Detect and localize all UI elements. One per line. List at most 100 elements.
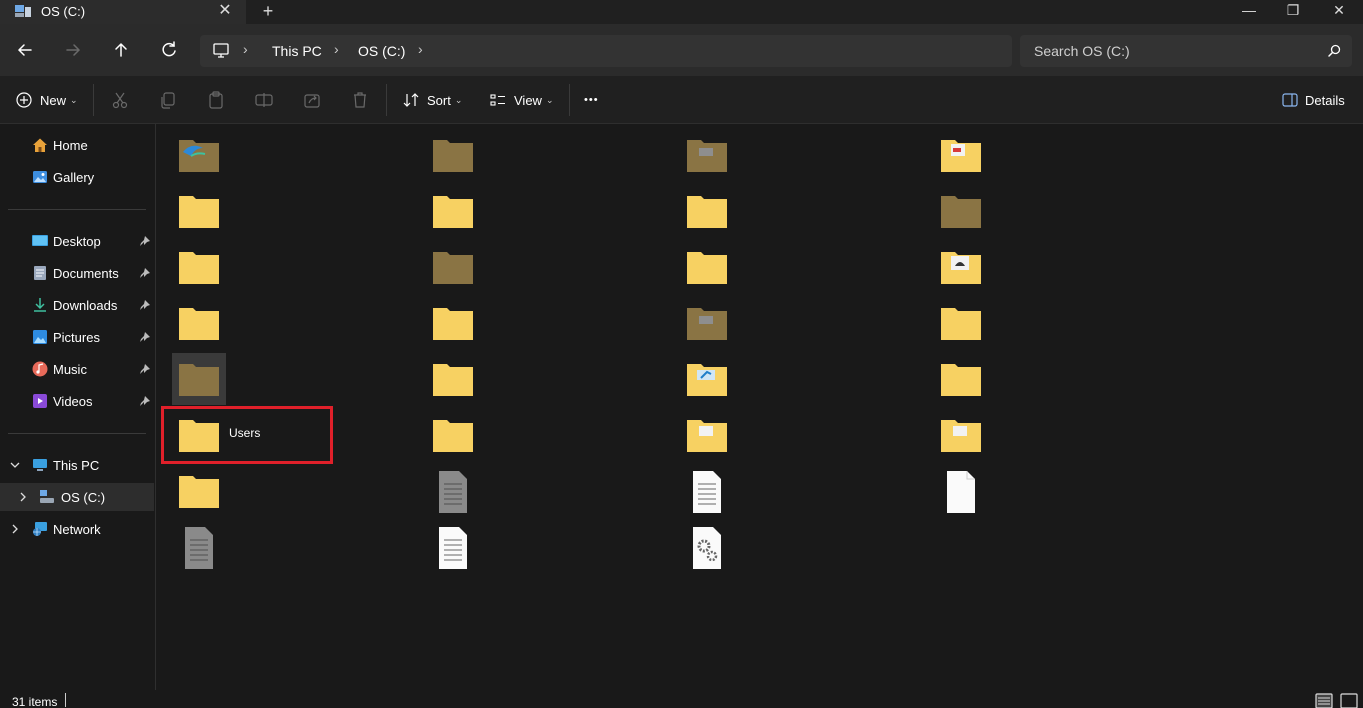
sidebar-item-downloads[interactable]: Downloads [0, 291, 154, 319]
pin-icon[interactable] [139, 299, 151, 311]
folder-item[interactable] [939, 358, 1003, 406]
folder-item[interactable] [685, 358, 749, 406]
folder-item[interactable] [685, 246, 749, 294]
folder-item[interactable] [177, 470, 241, 518]
folder-item[interactable] [431, 414, 495, 462]
folder-item[interactable] [685, 190, 749, 238]
folder-item[interactable] [939, 190, 1003, 238]
sidebar-item-network[interactable]: Network [0, 515, 154, 543]
search-input[interactable]: Search OS (C:) [1020, 35, 1352, 67]
this-pc-icon [33, 459, 47, 471]
new-tab-button[interactable]: + [257, 0, 279, 22]
file-item[interactable] [689, 470, 753, 518]
chevron-right-icon[interactable]: › [334, 41, 339, 57]
address-bar[interactable]: › This PC › OS (C:) › [200, 35, 1012, 67]
folder-edge-icon [179, 140, 219, 172]
folder-icon [941, 308, 981, 340]
folder-item[interactable] [939, 134, 1003, 182]
folder-item[interactable] [431, 134, 495, 182]
downloads-icon [34, 298, 46, 312]
sidebar-item-os-c[interactable]: OS (C:) [0, 483, 154, 511]
pin-icon[interactable] [139, 395, 151, 407]
up-arrow-icon[interactable] [107, 36, 135, 64]
cut-icon[interactable] [109, 89, 131, 111]
pin-icon[interactable] [139, 267, 151, 279]
copy-icon[interactable] [157, 89, 179, 111]
new-button[interactable]: New ⌄ [15, 89, 78, 111]
file-item[interactable] [435, 526, 499, 574]
divider [386, 84, 387, 116]
folder-item[interactable] [939, 302, 1003, 350]
blank-file-icon [947, 471, 975, 513]
close-button[interactable]: ✕ [1316, 0, 1362, 22]
tab-os-c[interactable]: OS (C:) ✕ [0, 0, 246, 24]
sidebar-item-documents[interactable]: Documents [0, 259, 154, 287]
gallery-icon [33, 171, 47, 183]
folder-item[interactable] [939, 414, 1003, 462]
folder-program-icon [687, 364, 727, 396]
folder-item[interactable] [939, 246, 1003, 294]
folder-item[interactable] [685, 302, 749, 350]
chevron-right-icon[interactable] [17, 491, 29, 503]
chevron-down-icon[interactable] [9, 459, 21, 471]
folder-item[interactable] [685, 134, 749, 182]
sidebar-item-home[interactable]: Home [0, 131, 154, 159]
navigation-bar: › This PC › OS (C:) › Search OS (C:) [0, 24, 1363, 76]
sidebar-item-label: Desktop [53, 234, 101, 249]
folder-icon [687, 252, 727, 284]
divider [569, 84, 570, 116]
text-file-icon [439, 527, 467, 569]
sidebar-item-videos[interactable]: Videos [0, 387, 154, 415]
sidebar-item-this-pc[interactable]: This PC [0, 451, 154, 479]
pin-icon[interactable] [139, 235, 151, 247]
chevron-right-icon[interactable]: › [418, 41, 423, 57]
folder-item[interactable] [177, 302, 241, 350]
paste-icon[interactable] [205, 89, 227, 111]
tiles-view-icon[interactable] [1340, 693, 1358, 708]
pin-icon[interactable] [139, 331, 151, 343]
folder-item[interactable] [177, 190, 241, 238]
sidebar-item-pictures[interactable]: Pictures [0, 323, 154, 351]
delete-icon[interactable] [349, 89, 371, 111]
maximize-button[interactable]: ❐ [1270, 0, 1316, 22]
pin-icon[interactable] [139, 363, 151, 375]
folder-item[interactable] [431, 302, 495, 350]
tab-close-button[interactable]: ✕ [214, 0, 236, 22]
forward-arrow-icon[interactable] [59, 36, 87, 64]
pictures-icon [33, 330, 47, 344]
file-item[interactable] [943, 470, 1007, 518]
chevron-right-icon[interactable] [9, 523, 21, 535]
share-icon[interactable] [301, 89, 323, 111]
refresh-icon[interactable] [155, 36, 183, 64]
search-icon[interactable] [1326, 43, 1342, 59]
sidebar-item-desktop[interactable]: Desktop [0, 227, 154, 255]
chevron-right-icon[interactable]: › [243, 41, 248, 57]
back-arrow-icon[interactable] [11, 36, 39, 64]
hidden-folder-icon [433, 140, 473, 172]
breadcrumb-this-pc[interactable]: This PC [272, 43, 322, 59]
folder-item[interactable] [685, 414, 749, 462]
file-item[interactable] [689, 526, 753, 574]
folder-item[interactable] [431, 358, 495, 406]
view-icon [490, 94, 505, 106]
breadcrumb-os-c[interactable]: OS (C:) [358, 43, 405, 59]
details-button[interactable]: Details [1281, 89, 1345, 111]
rename-icon[interactable] [253, 89, 275, 111]
details-view-icon[interactable] [1315, 693, 1333, 708]
folder-item[interactable] [177, 134, 241, 182]
search-placeholder: Search OS (C:) [1034, 43, 1130, 59]
file-item[interactable] [181, 526, 245, 574]
sidebar-item-music[interactable]: Music [0, 355, 154, 383]
folder-item[interactable] [431, 246, 495, 294]
chevron-down-icon: ⌄ [545, 94, 554, 105]
view-button[interactable]: View ⌄ [489, 89, 554, 111]
folder-item[interactable] [177, 246, 241, 294]
sort-button[interactable]: Sort ⌄ [402, 89, 462, 111]
minimize-button[interactable]: — [1226, 0, 1272, 22]
folder-item[interactable] [431, 190, 495, 238]
folder-icon [433, 196, 473, 228]
folder-item[interactable] [177, 358, 241, 406]
file-item[interactable] [435, 470, 499, 518]
sidebar-item-gallery[interactable]: Gallery [0, 163, 154, 191]
more-options-button[interactable]: ••• [584, 89, 599, 111]
